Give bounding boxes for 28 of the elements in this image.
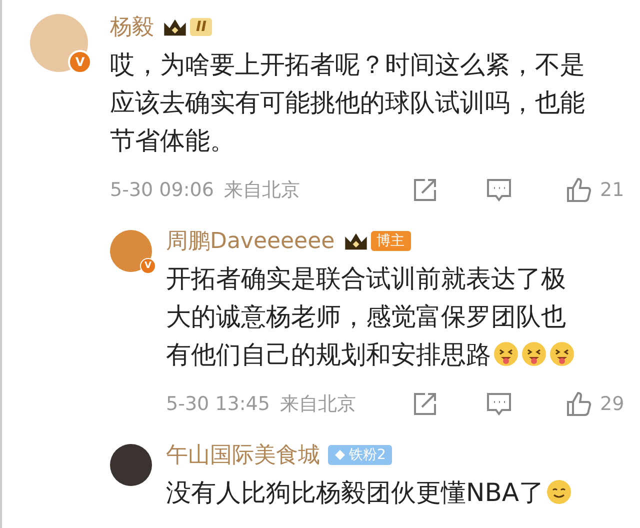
thumbs-up-icon[interactable] bbox=[566, 391, 592, 417]
verified-badge: V bbox=[68, 50, 92, 74]
fan-badge: 铁粉2 bbox=[328, 445, 392, 465]
user-name[interactable]: 周鹏Daveeeeee bbox=[166, 226, 335, 256]
like-count: 21 bbox=[600, 179, 624, 201]
share-icon[interactable] bbox=[412, 391, 438, 417]
share-icon[interactable] bbox=[412, 177, 438, 203]
comment-text: 哎，为啥要上开拓者呢？时间这么紧，不是应该去确实有可能挑他的球队试训吗，也能节省体能。 bbox=[110, 49, 586, 157]
thumbs-up-icon[interactable] bbox=[566, 177, 592, 203]
tongue-emoji-icon bbox=[493, 341, 519, 367]
comment-location: 来自北京 bbox=[280, 392, 356, 417]
comment-icon[interactable] bbox=[486, 391, 512, 417]
level-badge: 博主 bbox=[370, 231, 411, 251]
user-name[interactable]: 午山国际美食城 bbox=[166, 440, 320, 470]
like-count: 29 bbox=[600, 393, 624, 415]
tongue-emoji-icon bbox=[549, 341, 575, 367]
comment-time: 5-30 09:06 bbox=[110, 179, 214, 201]
smile-emoji-icon bbox=[546, 479, 572, 505]
level-badge: II bbox=[190, 18, 212, 36]
user-name[interactable]: 杨毅 bbox=[110, 12, 154, 42]
tongue-emoji-icon bbox=[521, 341, 547, 367]
comment-icon[interactable] bbox=[486, 177, 512, 203]
verified-badge: V bbox=[140, 258, 156, 274]
comment-location: 来自北京 bbox=[224, 178, 300, 203]
comment-text: 开拓者确实是联合试训前就表达了极大的诚意杨老师，感觉富保罗团队也有他们自己的规划和安排思路 bbox=[166, 260, 586, 374]
comment-text: 没有人比狗比杨毅团伙更懂NBA了 bbox=[166, 474, 586, 512]
avatar[interactable] bbox=[110, 444, 152, 486]
comment-time: 5-30 13:45 bbox=[166, 393, 270, 415]
